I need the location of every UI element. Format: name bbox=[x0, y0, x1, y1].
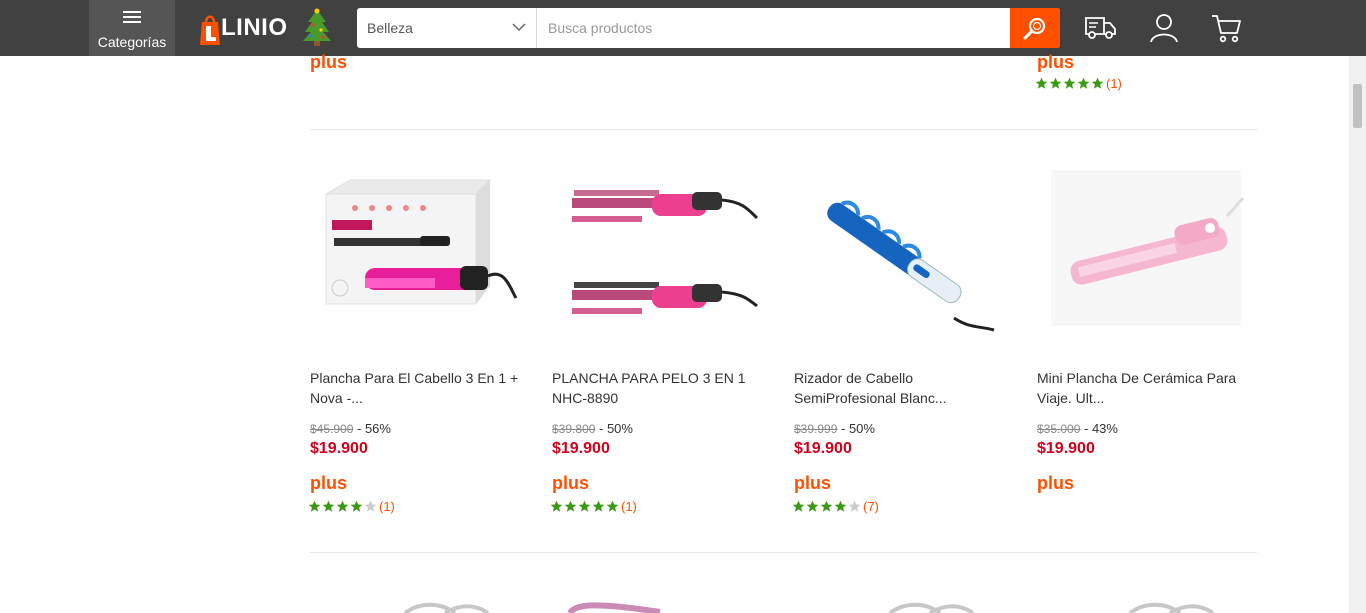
star-icon bbox=[1049, 77, 1062, 89]
christmas-tree-icon bbox=[303, 8, 331, 46]
discount-percent: - 56% bbox=[357, 421, 391, 436]
original-price: $39.800 bbox=[552, 422, 596, 436]
star-icon bbox=[606, 500, 619, 512]
rating-stars: (7) bbox=[792, 498, 879, 514]
product-card[interactable]: PLANCHA PARA PELO 3 EN 1 NHC-8890 $39.80… bbox=[550, 130, 764, 530]
star-icon bbox=[1091, 77, 1104, 89]
plus-badge: plus bbox=[552, 473, 590, 493]
row-divider bbox=[310, 552, 1257, 553]
search-button[interactable] bbox=[1010, 8, 1060, 48]
star-icon bbox=[350, 500, 363, 512]
original-price: $39.999 bbox=[794, 422, 838, 436]
product-card[interactable]: Rizador de Cabello SemiProfesional Blanc… bbox=[792, 130, 1006, 530]
shopping-bag-logo-icon bbox=[200, 15, 220, 45]
categories-label: Categorías bbox=[97, 34, 167, 50]
discount-percent: - 43% bbox=[1084, 421, 1118, 436]
product-card[interactable]: Plancha Para El Cabello 3 En 1 + Nova -.… bbox=[308, 130, 522, 530]
review-count[interactable]: (7) bbox=[863, 499, 879, 514]
delivery-truck-icon[interactable] bbox=[1083, 12, 1117, 42]
current-price: $19.900 bbox=[1037, 440, 1095, 457]
search-input[interactable] bbox=[538, 8, 1008, 48]
star-icon bbox=[834, 500, 847, 512]
current-price: $19.900 bbox=[310, 440, 368, 457]
product-card[interactable]: Mini Plancha De Cerámica Para Viaje. Ult… bbox=[1037, 130, 1249, 530]
top-navigation-bar: Categorías LINIO Belleza bbox=[0, 0, 1366, 56]
plus-badge: plus bbox=[1037, 52, 1075, 72]
original-price: $45.900 bbox=[310, 422, 354, 436]
plus-badge: plus bbox=[794, 473, 832, 493]
star-icon bbox=[336, 500, 349, 512]
plus-badge: plus bbox=[310, 52, 348, 72]
original-price: $35.000 bbox=[1037, 422, 1081, 436]
discount-percent: - 50% bbox=[841, 421, 875, 436]
star-icon bbox=[322, 500, 335, 512]
original-price-line: $39.999 - 50% bbox=[794, 421, 875, 436]
product-image[interactable] bbox=[310, 158, 522, 338]
original-price-line: $39.800 - 50% bbox=[552, 421, 633, 436]
rating-stars: (1) bbox=[1035, 75, 1122, 91]
product-title[interactable]: Mini Plancha De Cerámica Para Viaje. Ult… bbox=[1037, 368, 1249, 408]
rating-stars: (1) bbox=[550, 498, 637, 514]
star-icon bbox=[364, 500, 377, 512]
original-price-line: $45.900 - 56% bbox=[310, 421, 391, 436]
review-count[interactable]: (1) bbox=[621, 499, 637, 514]
star-icon bbox=[820, 500, 833, 512]
current-price: $19.900 bbox=[552, 440, 610, 457]
product-image[interactable] bbox=[1037, 158, 1249, 338]
chevron-down-icon bbox=[512, 23, 526, 32]
product-image[interactable] bbox=[552, 158, 764, 338]
search-category-select[interactable]: Belleza bbox=[357, 8, 537, 48]
search-icon bbox=[1023, 17, 1046, 40]
logo-text: LINIO bbox=[221, 14, 288, 41]
page-scrollbar[interactable] bbox=[1349, 56, 1366, 613]
product-image-partial[interactable] bbox=[565, 600, 665, 613]
star-icon bbox=[550, 500, 563, 512]
categories-menu-button[interactable]: Categorías bbox=[89, 0, 175, 56]
user-account-icon[interactable] bbox=[1149, 12, 1179, 44]
review-count[interactable]: (1) bbox=[1106, 76, 1122, 91]
plus-badge: plus bbox=[1037, 473, 1075, 493]
star-icon bbox=[578, 500, 591, 512]
hamburger-icon bbox=[123, 11, 141, 23]
scrollbar-thumb[interactable] bbox=[1353, 84, 1362, 128]
star-icon bbox=[1063, 77, 1076, 89]
discount-percent: - 50% bbox=[599, 421, 633, 436]
linio-logo[interactable]: LINIO bbox=[198, 8, 338, 48]
star-icon bbox=[806, 500, 819, 512]
plus-badge: plus bbox=[310, 473, 348, 493]
original-price-line: $35.000 - 43% bbox=[1037, 421, 1118, 436]
star-icon bbox=[792, 500, 805, 512]
product-title[interactable]: PLANCHA PARA PELO 3 EN 1 NHC-8890 bbox=[552, 368, 764, 408]
shopping-cart-icon[interactable] bbox=[1210, 12, 1242, 44]
product-image-partial[interactable] bbox=[1125, 600, 1215, 613]
star-icon bbox=[1035, 77, 1048, 89]
review-count[interactable]: (1) bbox=[379, 499, 395, 514]
current-price: $19.900 bbox=[794, 440, 852, 457]
star-icon bbox=[848, 500, 861, 512]
product-image-partial[interactable] bbox=[400, 600, 490, 613]
product-title[interactable]: Rizador de Cabello SemiProfesional Blanc… bbox=[794, 368, 1006, 408]
search-bar: Belleza bbox=[357, 8, 1060, 48]
star-icon bbox=[308, 500, 321, 512]
star-icon bbox=[564, 500, 577, 512]
star-icon bbox=[592, 500, 605, 512]
star-icon bbox=[1077, 77, 1090, 89]
rating-stars: (1) bbox=[308, 498, 395, 514]
product-image[interactable] bbox=[794, 158, 1006, 338]
product-title[interactable]: Plancha Para El Cabello 3 En 1 + Nova -.… bbox=[310, 368, 522, 408]
product-image-partial[interactable] bbox=[885, 600, 975, 613]
search-category-value: Belleza bbox=[367, 20, 413, 36]
